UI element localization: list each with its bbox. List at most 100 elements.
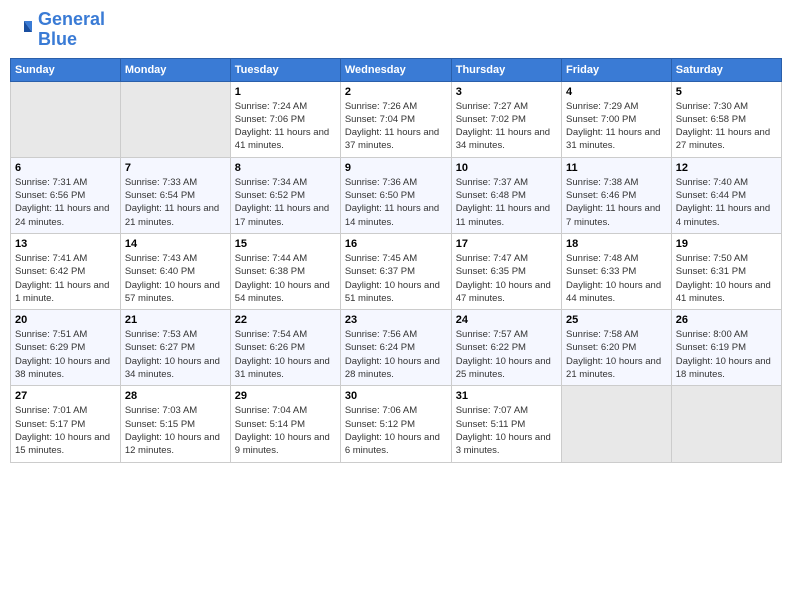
day-number: 28	[125, 390, 226, 402]
day-detail: Sunrise: 7:04 AMSunset: 5:14 PMDaylight:…	[235, 404, 336, 457]
day-detail: Sunrise: 7:36 AMSunset: 6:50 PMDaylight:…	[345, 176, 447, 229]
calendar-cell	[120, 81, 230, 157]
day-detail: Sunrise: 7:51 AMSunset: 6:29 PMDaylight:…	[15, 328, 116, 381]
day-detail: Sunrise: 7:30 AMSunset: 6:58 PMDaylight:…	[676, 100, 777, 153]
day-number: 3	[456, 86, 557, 98]
calendar-cell: 20 Sunrise: 7:51 AMSunset: 6:29 PMDaylig…	[11, 310, 121, 386]
calendar-cell: 15 Sunrise: 7:44 AMSunset: 6:38 PMDaylig…	[230, 233, 340, 309]
day-detail: Sunrise: 7:44 AMSunset: 6:38 PMDaylight:…	[235, 252, 336, 305]
calendar-cell: 2 Sunrise: 7:26 AMSunset: 7:04 PMDayligh…	[340, 81, 451, 157]
day-number: 17	[456, 238, 557, 250]
calendar-cell	[562, 386, 672, 462]
calendar-cell: 3 Sunrise: 7:27 AMSunset: 7:02 PMDayligh…	[451, 81, 561, 157]
day-detail: Sunrise: 7:26 AMSunset: 7:04 PMDaylight:…	[345, 100, 447, 153]
day-number: 30	[345, 390, 447, 402]
calendar-cell: 1 Sunrise: 7:24 AMSunset: 7:06 PMDayligh…	[230, 81, 340, 157]
weekday-header-saturday: Saturday	[671, 58, 781, 81]
day-detail: Sunrise: 7:41 AMSunset: 6:42 PMDaylight:…	[15, 252, 116, 305]
calendar-cell: 5 Sunrise: 7:30 AMSunset: 6:58 PMDayligh…	[671, 81, 781, 157]
calendar-cell	[671, 386, 781, 462]
calendar-cell: 14 Sunrise: 7:43 AMSunset: 6:40 PMDaylig…	[120, 233, 230, 309]
calendar-cell: 30 Sunrise: 7:06 AMSunset: 5:12 PMDaylig…	[340, 386, 451, 462]
day-detail: Sunrise: 7:07 AMSunset: 5:11 PMDaylight:…	[456, 404, 557, 457]
day-detail: Sunrise: 7:34 AMSunset: 6:52 PMDaylight:…	[235, 176, 336, 229]
day-number: 12	[676, 162, 777, 174]
day-detail: Sunrise: 7:33 AMSunset: 6:54 PMDaylight:…	[125, 176, 226, 229]
day-detail: Sunrise: 7:47 AMSunset: 6:35 PMDaylight:…	[456, 252, 557, 305]
day-detail: Sunrise: 7:29 AMSunset: 7:00 PMDaylight:…	[566, 100, 667, 153]
day-detail: Sunrise: 7:56 AMSunset: 6:24 PMDaylight:…	[345, 328, 447, 381]
calendar-cell: 28 Sunrise: 7:03 AMSunset: 5:15 PMDaylig…	[120, 386, 230, 462]
calendar-cell: 26 Sunrise: 8:00 AMSunset: 6:19 PMDaylig…	[671, 310, 781, 386]
calendar-cell: 10 Sunrise: 7:37 AMSunset: 6:48 PMDaylig…	[451, 157, 561, 233]
calendar-cell: 12 Sunrise: 7:40 AMSunset: 6:44 PMDaylig…	[671, 157, 781, 233]
calendar-cell: 31 Sunrise: 7:07 AMSunset: 5:11 PMDaylig…	[451, 386, 561, 462]
day-detail: Sunrise: 7:03 AMSunset: 5:15 PMDaylight:…	[125, 404, 226, 457]
day-number: 16	[345, 238, 447, 250]
calendar-table: SundayMondayTuesdayWednesdayThursdayFrid…	[10, 58, 782, 463]
weekday-header-monday: Monday	[120, 58, 230, 81]
day-detail: Sunrise: 7:40 AMSunset: 6:44 PMDaylight:…	[676, 176, 777, 229]
day-detail: Sunrise: 7:53 AMSunset: 6:27 PMDaylight:…	[125, 328, 226, 381]
day-number: 9	[345, 162, 447, 174]
day-number: 5	[676, 86, 777, 98]
calendar-cell: 19 Sunrise: 7:50 AMSunset: 6:31 PMDaylig…	[671, 233, 781, 309]
calendar-cell: 21 Sunrise: 7:53 AMSunset: 6:27 PMDaylig…	[120, 310, 230, 386]
day-number: 19	[676, 238, 777, 250]
calendar-week-row: 20 Sunrise: 7:51 AMSunset: 6:29 PMDaylig…	[11, 310, 782, 386]
day-number: 4	[566, 86, 667, 98]
calendar-cell: 4 Sunrise: 7:29 AMSunset: 7:00 PMDayligh…	[562, 81, 672, 157]
day-detail: Sunrise: 7:48 AMSunset: 6:33 PMDaylight:…	[566, 252, 667, 305]
weekday-header-thursday: Thursday	[451, 58, 561, 81]
day-number: 6	[15, 162, 116, 174]
calendar-cell: 9 Sunrise: 7:36 AMSunset: 6:50 PMDayligh…	[340, 157, 451, 233]
weekday-header-wednesday: Wednesday	[340, 58, 451, 81]
day-detail: Sunrise: 7:45 AMSunset: 6:37 PMDaylight:…	[345, 252, 447, 305]
day-number: 11	[566, 162, 667, 174]
calendar-cell: 6 Sunrise: 7:31 AMSunset: 6:56 PMDayligh…	[11, 157, 121, 233]
day-detail: Sunrise: 7:38 AMSunset: 6:46 PMDaylight:…	[566, 176, 667, 229]
day-number: 8	[235, 162, 336, 174]
calendar-cell: 29 Sunrise: 7:04 AMSunset: 5:14 PMDaylig…	[230, 386, 340, 462]
calendar-week-row: 6 Sunrise: 7:31 AMSunset: 6:56 PMDayligh…	[11, 157, 782, 233]
logo: General Blue	[10, 10, 105, 50]
calendar-cell: 7 Sunrise: 7:33 AMSunset: 6:54 PMDayligh…	[120, 157, 230, 233]
day-number: 7	[125, 162, 226, 174]
day-number: 20	[15, 314, 116, 326]
day-detail: Sunrise: 8:00 AMSunset: 6:19 PMDaylight:…	[676, 328, 777, 381]
day-detail: Sunrise: 7:43 AMSunset: 6:40 PMDaylight:…	[125, 252, 226, 305]
calendar-week-row: 1 Sunrise: 7:24 AMSunset: 7:06 PMDayligh…	[11, 81, 782, 157]
day-number: 1	[235, 86, 336, 98]
day-number: 25	[566, 314, 667, 326]
day-number: 14	[125, 238, 226, 250]
day-number: 13	[15, 238, 116, 250]
day-number: 2	[345, 86, 447, 98]
calendar-week-row: 27 Sunrise: 7:01 AMSunset: 5:17 PMDaylig…	[11, 386, 782, 462]
weekday-header-row: SundayMondayTuesdayWednesdayThursdayFrid…	[11, 58, 782, 81]
calendar-cell: 17 Sunrise: 7:47 AMSunset: 6:35 PMDaylig…	[451, 233, 561, 309]
day-detail: Sunrise: 7:54 AMSunset: 6:26 PMDaylight:…	[235, 328, 336, 381]
calendar-cell: 24 Sunrise: 7:57 AMSunset: 6:22 PMDaylig…	[451, 310, 561, 386]
day-number: 10	[456, 162, 557, 174]
day-number: 31	[456, 390, 557, 402]
day-detail: Sunrise: 7:01 AMSunset: 5:17 PMDaylight:…	[15, 404, 116, 457]
day-detail: Sunrise: 7:24 AMSunset: 7:06 PMDaylight:…	[235, 100, 336, 153]
calendar-cell	[11, 81, 121, 157]
calendar-week-row: 13 Sunrise: 7:41 AMSunset: 6:42 PMDaylig…	[11, 233, 782, 309]
page-header: General Blue	[10, 10, 782, 50]
day-number: 22	[235, 314, 336, 326]
day-number: 27	[15, 390, 116, 402]
day-detail: Sunrise: 7:58 AMSunset: 6:20 PMDaylight:…	[566, 328, 667, 381]
day-detail: Sunrise: 7:06 AMSunset: 5:12 PMDaylight:…	[345, 404, 447, 457]
calendar-cell: 27 Sunrise: 7:01 AMSunset: 5:17 PMDaylig…	[11, 386, 121, 462]
calendar-cell: 22 Sunrise: 7:54 AMSunset: 6:26 PMDaylig…	[230, 310, 340, 386]
day-number: 15	[235, 238, 336, 250]
calendar-cell: 11 Sunrise: 7:38 AMSunset: 6:46 PMDaylig…	[562, 157, 672, 233]
weekday-header-sunday: Sunday	[11, 58, 121, 81]
calendar-cell: 18 Sunrise: 7:48 AMSunset: 6:33 PMDaylig…	[562, 233, 672, 309]
calendar-cell: 25 Sunrise: 7:58 AMSunset: 6:20 PMDaylig…	[562, 310, 672, 386]
day-number: 24	[456, 314, 557, 326]
day-detail: Sunrise: 7:50 AMSunset: 6:31 PMDaylight:…	[676, 252, 777, 305]
calendar-cell: 8 Sunrise: 7:34 AMSunset: 6:52 PMDayligh…	[230, 157, 340, 233]
day-detail: Sunrise: 7:31 AMSunset: 6:56 PMDaylight:…	[15, 176, 116, 229]
